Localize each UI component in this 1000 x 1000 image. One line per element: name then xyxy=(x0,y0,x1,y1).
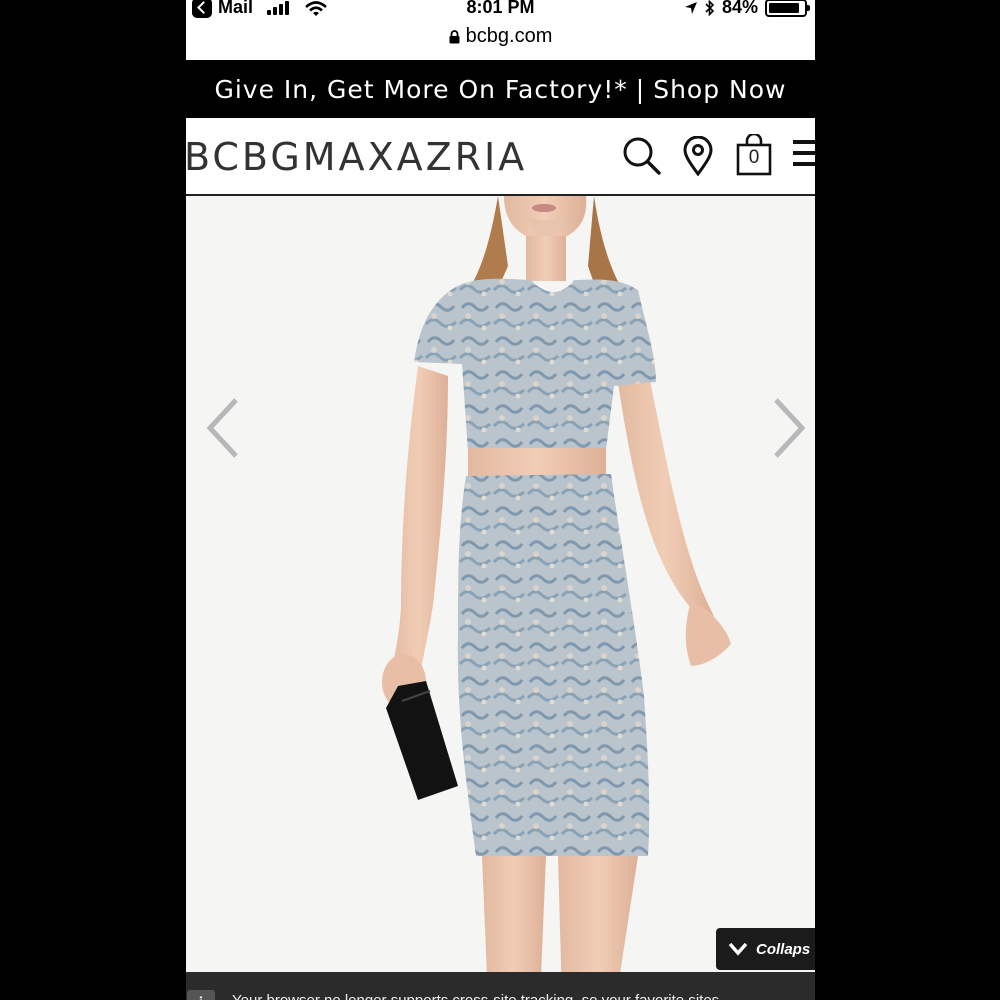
product-image-carousel[interactable]: Collaps i Your browser no longer support… xyxy=(186,196,815,1000)
battery-icon xyxy=(765,0,810,17)
status-indicators: 84% xyxy=(684,0,810,18)
bluetooth-icon xyxy=(705,0,715,16)
location-pin-icon[interactable] xyxy=(682,136,714,176)
phone-screen: Mail 8:01 PM 84% bcbg.com Give In, Get M… xyxy=(186,0,815,1000)
bag-count: 0 xyxy=(748,147,760,168)
chevron-down-icon xyxy=(728,942,748,956)
lock-icon xyxy=(449,30,460,44)
battery-percent: 84% xyxy=(721,0,758,17)
carousel-next-icon[interactable] xyxy=(768,396,808,460)
hamburger-menu-icon[interactable] xyxy=(793,140,815,170)
site-header: BCBGMAXAZRIA 0 xyxy=(186,118,815,196)
tracking-notice-banner[interactable]: i Your browser no longer supports cross-… xyxy=(186,972,815,1000)
promo-separator: | xyxy=(635,74,646,104)
shopping-bag-icon[interactable]: 0 xyxy=(736,134,772,176)
promo-banner[interactable]: Give In, Get More On Factory!* | Shop No… xyxy=(186,60,815,118)
address-bar[interactable]: bcbg.com xyxy=(186,22,815,50)
brand-logo[interactable]: BCBGMAXAZRIA xyxy=(186,135,527,179)
shop-now-link[interactable]: Shop Now xyxy=(653,75,786,104)
info-icon: i xyxy=(187,990,215,1000)
collapse-label: Collaps xyxy=(756,940,811,958)
url-text: bcbg.com xyxy=(465,24,553,47)
product-photo xyxy=(382,196,731,1000)
search-icon[interactable] xyxy=(622,136,662,176)
status-bar: Mail 8:01 PM 84% xyxy=(186,0,815,20)
location-arrow-icon xyxy=(684,1,697,14)
promo-text: Give In, Get More On Factory!* xyxy=(214,74,628,104)
collapse-button[interactable]: Collaps xyxy=(716,928,815,970)
carousel-prev-icon[interactable] xyxy=(204,396,244,460)
tracking-notice-text: Your browser no longer supports cross-si… xyxy=(232,992,719,1000)
